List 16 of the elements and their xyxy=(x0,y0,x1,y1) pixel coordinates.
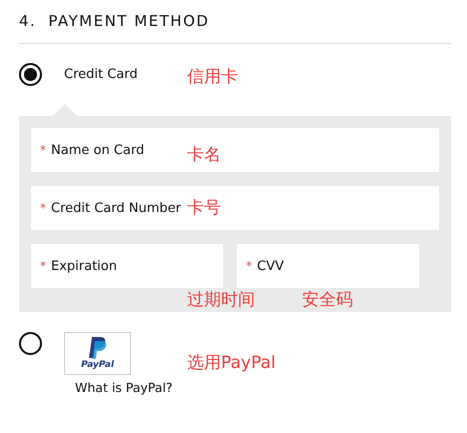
input-field[interactable]: * CVV xyxy=(237,244,419,288)
annotation-text: 过期时间 xyxy=(187,289,255,311)
paypal-info-link[interactable]: What is PayPal? xyxy=(75,380,173,395)
section-number: 4. xyxy=(19,12,36,32)
annotation-text: 信用卡 xyxy=(187,66,238,88)
option-label[interactable]: Credit Card xyxy=(64,66,138,82)
annotation-text: 选用PayPal xyxy=(187,352,276,374)
p-icon xyxy=(88,337,106,359)
annotation-text: 安全码 xyxy=(302,289,353,311)
annotation-text: 卡名 xyxy=(187,144,221,166)
radio-button[interactable] xyxy=(19,62,42,86)
section-title: PAYMENT METHOD xyxy=(48,12,210,32)
annotation-text: 卡号 xyxy=(187,197,221,219)
paypal-logo[interactable]: PayPal xyxy=(64,332,131,375)
input-field[interactable]: * Expiration xyxy=(31,244,223,288)
radio-button[interactable] xyxy=(19,332,42,355)
